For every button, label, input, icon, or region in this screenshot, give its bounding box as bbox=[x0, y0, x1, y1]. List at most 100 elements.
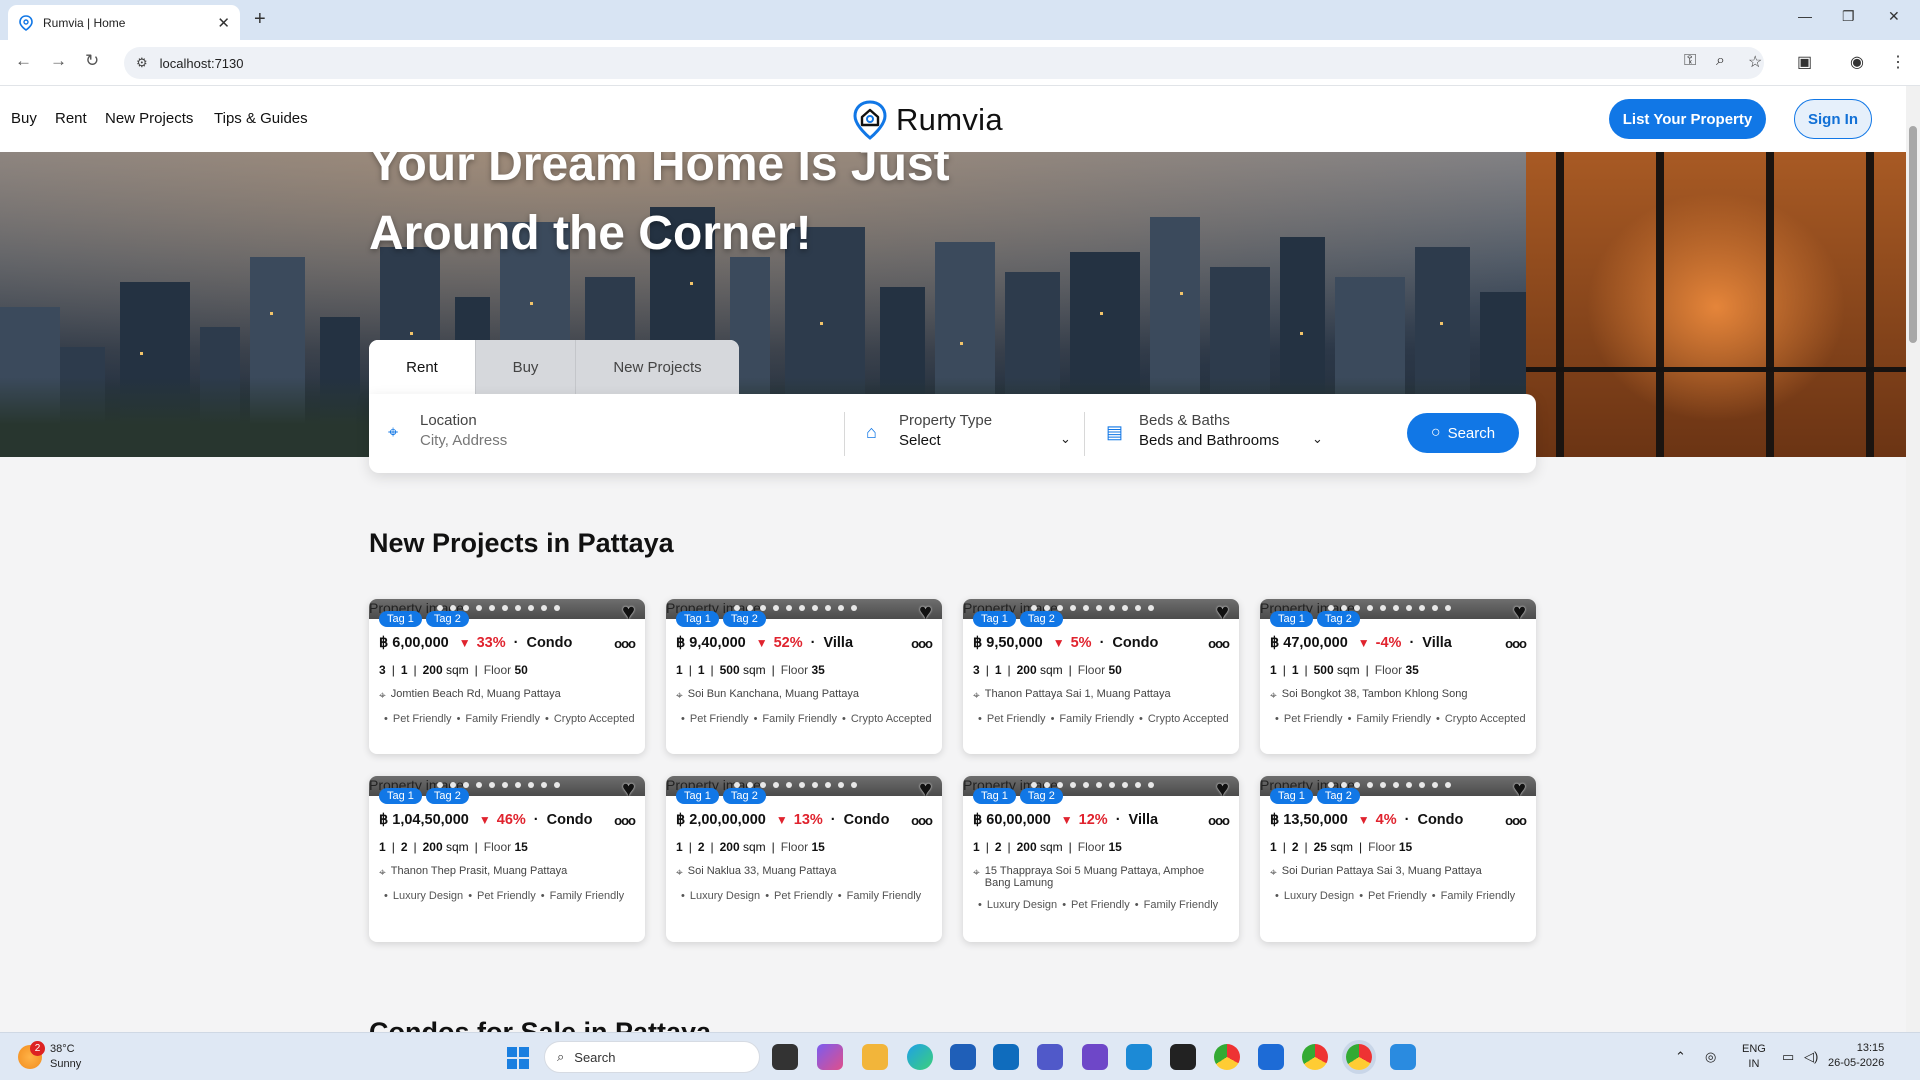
property-card[interactable]: Property image ♥ Tag 1 Tag 2 ฿ 47,00,000 ▼ -4%… bbox=[1260, 599, 1536, 754]
carousel-dot[interactable] bbox=[773, 782, 779, 788]
carousel-dot[interactable] bbox=[851, 782, 857, 788]
carousel-dot[interactable] bbox=[1367, 782, 1373, 788]
restore-icon[interactable]: ❐ bbox=[1842, 8, 1855, 25]
carousel-dot[interactable] bbox=[786, 605, 792, 611]
favorite-heart-icon[interactable]: ♥ bbox=[1513, 601, 1526, 623]
chrome-active-icon[interactable] bbox=[1346, 1044, 1372, 1070]
carousel-dot[interactable] bbox=[1393, 605, 1399, 611]
more-options-icon[interactable]: ooo bbox=[1505, 636, 1527, 651]
zoom-icon[interactable]: ⌕ bbox=[1716, 52, 1725, 70]
carousel-dot[interactable] bbox=[1083, 782, 1089, 788]
beds-baths-select[interactable]: Beds & Baths Beds and Bathrooms bbox=[1139, 412, 1339, 449]
minimize-icon[interactable]: — bbox=[1798, 8, 1812, 24]
property-image[interactable]: Property image ♥ Tag 1 Tag 2 bbox=[1260, 599, 1536, 627]
more-options-icon[interactable]: ooo bbox=[614, 636, 636, 651]
forward-icon[interactable]: → bbox=[50, 51, 67, 71]
carousel-dot[interactable] bbox=[812, 605, 818, 611]
property-image[interactable]: Property image ♥ Tag 1 Tag 2 bbox=[963, 599, 1239, 627]
carousel-dot[interactable] bbox=[1367, 605, 1373, 611]
taskbar-search[interactable]: ⌕ Search bbox=[544, 1041, 760, 1073]
close-window-icon[interactable]: ✕ bbox=[1888, 8, 1900, 25]
new-tab-icon[interactable]: + bbox=[254, 8, 266, 31]
carousel-dot[interactable] bbox=[1109, 782, 1115, 788]
property-image[interactable]: Property image ♥ Tag 1 Tag 2 bbox=[369, 599, 645, 627]
carousel-dot[interactable] bbox=[1122, 605, 1128, 611]
carousel-dot[interactable] bbox=[515, 605, 521, 611]
carousel-dot[interactable] bbox=[1406, 782, 1412, 788]
property-card[interactable]: Property image ♥ Tag 1 Tag 2 ฿ 6,00,000 ▼ 33% ·… bbox=[369, 599, 645, 754]
edge-icon[interactable] bbox=[907, 1044, 933, 1070]
tray-chevron-up-icon[interactable]: ⌃ bbox=[1675, 1049, 1686, 1065]
carousel-dot[interactable] bbox=[1406, 605, 1412, 611]
carousel-dot[interactable] bbox=[489, 605, 495, 611]
carousel-dot[interactable] bbox=[851, 605, 857, 611]
terminal-icon[interactable] bbox=[1170, 1044, 1196, 1070]
location-input[interactable]: City, Address bbox=[420, 432, 820, 449]
favorite-heart-icon[interactable]: ♥ bbox=[1216, 601, 1229, 623]
language-indicator[interactable]: ENG IN bbox=[1742, 1042, 1766, 1072]
carousel-dot[interactable] bbox=[1380, 605, 1386, 611]
carousel-dot[interactable] bbox=[541, 605, 547, 611]
url-field[interactable]: ⚙ localhost:7130 bbox=[124, 47, 1764, 79]
property-image[interactable]: Property image ♥ Tag 1 Tag 2 bbox=[963, 776, 1239, 804]
chevron-down-icon[interactable]: ⌄ bbox=[1312, 431, 1323, 447]
chrome-icon[interactable] bbox=[1302, 1044, 1328, 1070]
carousel-dot[interactable] bbox=[1445, 782, 1451, 788]
carousel-dot[interactable] bbox=[528, 782, 534, 788]
carousel-dot[interactable] bbox=[1419, 782, 1425, 788]
carousel-dot[interactable] bbox=[1445, 605, 1451, 611]
nav-rent[interactable]: Rent bbox=[55, 110, 87, 127]
volume-icon[interactable]: ◁) bbox=[1804, 1049, 1818, 1065]
display-icon[interactable]: ▭ bbox=[1782, 1049, 1794, 1065]
password-key-icon[interactable]: ⚿ bbox=[1684, 52, 1696, 70]
more-options-icon[interactable]: ooo bbox=[911, 636, 933, 651]
carousel-dot[interactable] bbox=[1432, 605, 1438, 611]
property-image[interactable]: Property image ♥ Tag 1 Tag 2 bbox=[666, 599, 942, 627]
favorite-heart-icon[interactable]: ♥ bbox=[622, 601, 635, 623]
list-property-button[interactable]: List Your Property bbox=[1609, 99, 1766, 139]
notepad-icon[interactable] bbox=[1258, 1044, 1284, 1070]
carousel-dot[interactable] bbox=[812, 782, 818, 788]
favorite-heart-icon[interactable]: ♥ bbox=[1513, 778, 1526, 800]
teams-icon[interactable] bbox=[1037, 1044, 1063, 1070]
carousel-dot[interactable] bbox=[786, 782, 792, 788]
carousel-dot[interactable] bbox=[476, 782, 482, 788]
windows-start-icon[interactable] bbox=[507, 1047, 529, 1069]
property-card[interactable]: Property image ♥ Tag 1 Tag 2 ฿ 13,50,000 ▼ 4% ·… bbox=[1260, 776, 1536, 942]
menu-kebab-icon[interactable]: ⋮ bbox=[1890, 52, 1906, 72]
carousel-dot[interactable] bbox=[1083, 605, 1089, 611]
favorite-heart-icon[interactable]: ♥ bbox=[1216, 778, 1229, 800]
photos-icon[interactable] bbox=[1390, 1044, 1416, 1070]
carousel-dot[interactable] bbox=[838, 605, 844, 611]
carousel-dot[interactable] bbox=[1109, 605, 1115, 611]
task-view-icon[interactable] bbox=[772, 1044, 798, 1070]
carousel-dot[interactable] bbox=[476, 605, 482, 611]
chevron-down-icon[interactable]: ⌄ bbox=[1060, 431, 1071, 447]
clock[interactable]: 13:15 26-05-2026 bbox=[1828, 1041, 1884, 1071]
browser-tab[interactable]: Rumvia | Home ✕ bbox=[8, 5, 240, 40]
database-icon[interactable] bbox=[1126, 1044, 1152, 1070]
nav-tips-guides[interactable]: Tips & Guides bbox=[214, 110, 308, 127]
page-scrollbar[interactable] bbox=[1906, 86, 1920, 1032]
carousel-dot[interactable] bbox=[528, 605, 534, 611]
property-image[interactable]: Property image ♥ Tag 1 Tag 2 bbox=[1260, 776, 1536, 804]
nav-buy[interactable]: Buy bbox=[11, 110, 37, 127]
carousel-dot[interactable] bbox=[838, 782, 844, 788]
close-tab-icon[interactable]: ✕ bbox=[217, 14, 230, 32]
favorite-heart-icon[interactable]: ♥ bbox=[919, 778, 932, 800]
store-icon[interactable] bbox=[950, 1044, 976, 1070]
chrome-icon[interactable] bbox=[1214, 1044, 1240, 1070]
carousel-dot[interactable] bbox=[554, 782, 560, 788]
carousel-dot[interactable] bbox=[1135, 605, 1141, 611]
outlook-icon[interactable] bbox=[993, 1044, 1019, 1070]
carousel-dot[interactable] bbox=[825, 605, 831, 611]
carousel-dot[interactable] bbox=[1096, 605, 1102, 611]
property-card[interactable]: Property image ♥ Tag 1 Tag 2 ฿ 60,00,000 ▼ 12%… bbox=[963, 776, 1239, 942]
carousel-dot[interactable] bbox=[1148, 605, 1154, 611]
carousel-dot[interactable] bbox=[1419, 605, 1425, 611]
property-card[interactable]: Property image ♥ Tag 1 Tag 2 ฿ 2,00,00,000 ▼ 1… bbox=[666, 776, 942, 942]
carousel-dot[interactable] bbox=[1393, 782, 1399, 788]
logo[interactable]: Rumvia bbox=[848, 98, 1003, 142]
more-options-icon[interactable]: ooo bbox=[911, 813, 933, 828]
copilot-icon[interactable] bbox=[817, 1044, 843, 1070]
